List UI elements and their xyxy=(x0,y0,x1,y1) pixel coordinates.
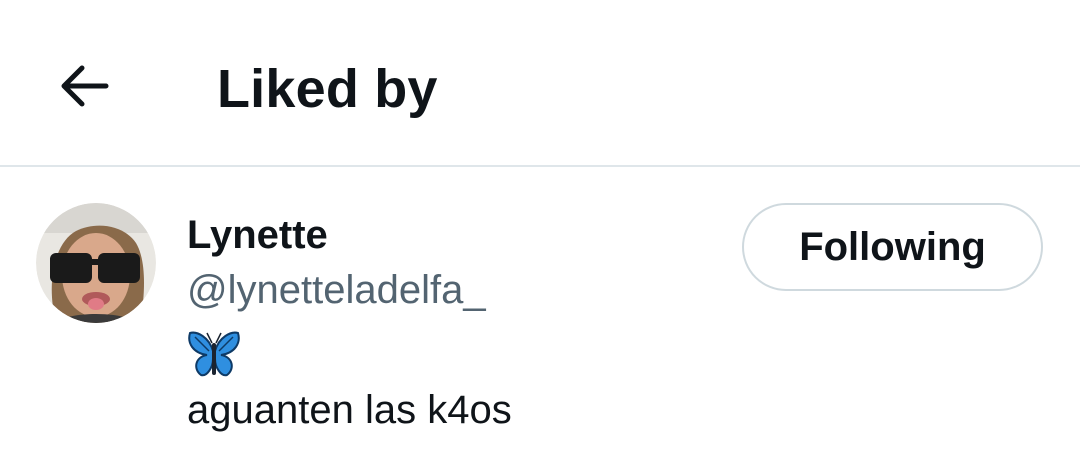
following-button[interactable]: Following xyxy=(742,203,1043,291)
user-bio: aguanten las k4os xyxy=(187,388,512,432)
arrow-left-icon xyxy=(61,65,109,107)
user-handle: @lynetteladelfa_ xyxy=(187,268,486,312)
user-list-item[interactable]: Lynette @lynetteladelfa_ aguanten las k4… xyxy=(0,167,1080,474)
avatar-image xyxy=(36,203,156,323)
user-display-name[interactable]: Lynette xyxy=(187,207,707,263)
back-button[interactable] xyxy=(50,52,118,120)
page-title: Liked by xyxy=(217,59,438,119)
avatar[interactable] xyxy=(36,203,156,323)
user-info: Lynette @lynetteladelfa_ aguanten las k4… xyxy=(187,207,707,437)
top-app-bar: Liked by xyxy=(0,0,1080,167)
butterfly-icon xyxy=(187,329,241,379)
